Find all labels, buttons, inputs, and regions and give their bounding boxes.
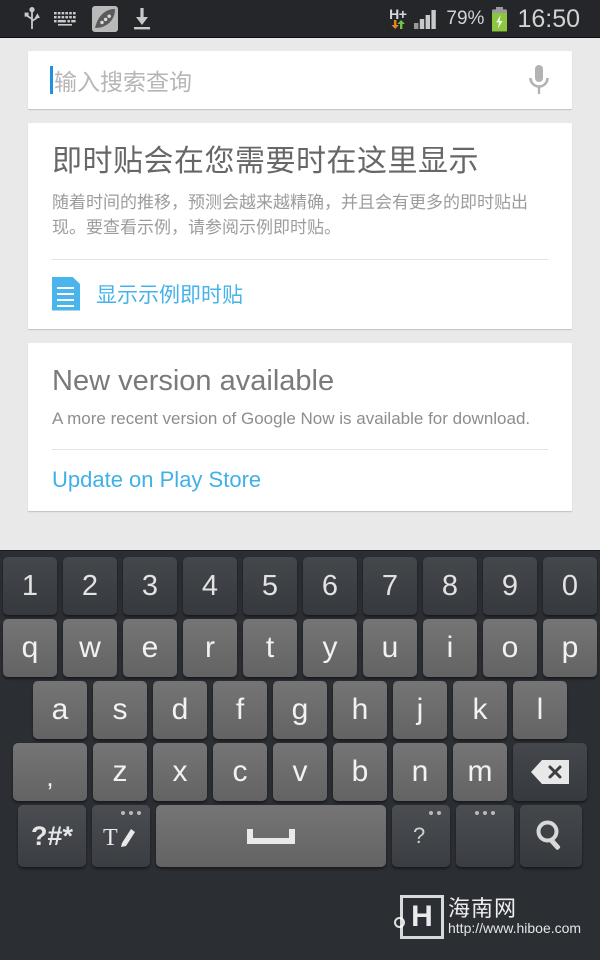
update-on-play-store-action[interactable]: Update on Play Store [28,450,572,511]
key-comma[interactable]: , [13,743,87,801]
key-i[interactable]: i [423,619,477,677]
key-l[interactable]: l [513,681,567,739]
card-new-version[interactable]: New version available A more recent vers… [28,342,572,511]
emoji-question-icon[interactable]: ? [392,805,450,867]
card-description: 随着时间的推移，预测会越来越精确，并且会有更多的即时贴出现。要查看示例，请参阅示… [52,192,528,238]
on-screen-keyboard[interactable]: 1234567890 qwertyuiop asdfghjkl , zxcvbn… [0,550,600,960]
card-now-cards-placeholder[interactable]: 即时贴会在您需要时在这里显示 随着时间的推移，预测会越来越精确，并且会有更多的即… [28,123,572,329]
key-m[interactable]: m [453,743,507,801]
key-4[interactable]: 4 [183,557,237,615]
key-h[interactable]: h [333,681,387,739]
status-bar: H+ 79% 16:50 [0,0,600,38]
keyboard-row-1: qwertyuiop [0,619,600,677]
key-8[interactable]: 8 [423,557,477,615]
handwriting-icon[interactable]: T [92,805,150,867]
key-u[interactable]: u [363,619,417,677]
key-j[interactable]: j [393,681,447,739]
microphone-icon[interactable] [524,63,554,97]
key-3[interactable]: 3 [123,557,177,615]
search-section: 输入搜索查询 [0,38,600,109]
space-icon[interactable] [156,805,386,867]
signal-bars-icon [413,8,439,30]
key-e[interactable]: e [123,619,177,677]
key-p[interactable]: p [543,619,597,677]
status-bar-right-indicators: H+ 79% 16:50 [389,5,590,34]
app-icon [92,6,118,32]
key-b[interactable]: b [333,743,387,801]
card-title: New version available [52,364,335,397]
network-type-indicator: H+ [389,6,407,31]
card-body: 即时贴会在您需要时在这里显示 随着时间的推移，预测会越来越精确，并且会有更多的即… [28,123,572,259]
card-title: 即时贴会在您需要时在这里显示 [52,145,479,178]
key-o[interactable]: o [483,619,537,677]
more-dots-icon [121,811,141,815]
svg-text:T: T [103,825,118,851]
key-9[interactable]: 9 [483,557,537,615]
key-v[interactable]: v [273,743,327,801]
key-a[interactable]: a [33,681,87,739]
clock-label: 16:50 [517,4,580,33]
show-sample-cards-action[interactable]: 显示示例即时贴 [28,260,572,329]
key-t[interactable]: t [243,619,297,677]
network-activity-arrows [390,20,406,31]
key-k[interactable]: k [453,681,507,739]
card-body: New version available A more recent vers… [28,343,572,449]
key-c[interactable]: c [213,743,267,801]
keyboard-row-numbers: 1234567890 [0,557,600,615]
key-5[interactable]: 5 [243,557,297,615]
backspace-icon[interactable] [513,743,587,801]
usb-icon [24,7,40,31]
keyboard-row-3-letters: zxcvbnm [90,743,510,801]
network-type-label: H+ [389,6,407,22]
battery-charging-icon [491,6,508,32]
keyboard-row-2: asdfghjkl [0,681,600,739]
text-caret [50,66,53,94]
keyboard-row-functions: ?#* T ? [0,805,600,867]
keyboard-row-3: , zxcvbnm [0,743,600,801]
status-bar-left-icons [10,6,152,32]
key-g[interactable]: g [273,681,327,739]
key-n[interactable]: n [393,743,447,801]
key-2[interactable]: 2 [63,557,117,615]
key-0[interactable]: 0 [543,557,597,615]
download-icon [132,7,152,31]
key-symbols[interactable]: ?#* [18,805,86,867]
key-7[interactable]: 7 [363,557,417,615]
search-input[interactable]: 输入搜索查询 [28,51,572,109]
action-label: Update on Play Store [52,466,262,492]
document-icon [52,276,80,311]
search-placeholder: 输入搜索查询 [54,69,192,95]
key-r[interactable]: r [183,619,237,677]
key-1[interactable]: 1 [3,557,57,615]
key-z[interactable]: z [93,743,147,801]
more-options-icon[interactable] [456,805,514,867]
battery-percent-label: 79% [446,8,485,29]
key-y[interactable]: y [303,619,357,677]
key-s[interactable]: s [93,681,147,739]
action-label: 显示示例即时贴 [96,283,243,307]
emoji-dots-icon [429,811,441,815]
search-icon[interactable] [520,805,582,867]
key-6[interactable]: 6 [303,557,357,615]
keyboard-icon [54,11,78,27]
key-q[interactable]: q [3,619,57,677]
key-f[interactable]: f [213,681,267,739]
key-x[interactable]: x [153,743,207,801]
key-w[interactable]: w [63,619,117,677]
key-d[interactable]: d [153,681,207,739]
svg-text:?: ? [413,823,425,848]
card-description: A more recent version of Google Now is a… [52,408,531,428]
three-dots-icon [475,811,495,815]
cards-list: 即时贴会在您需要时在这里显示 随着时间的推移，预测会越来越精确，并且会有更多的即… [0,109,600,511]
